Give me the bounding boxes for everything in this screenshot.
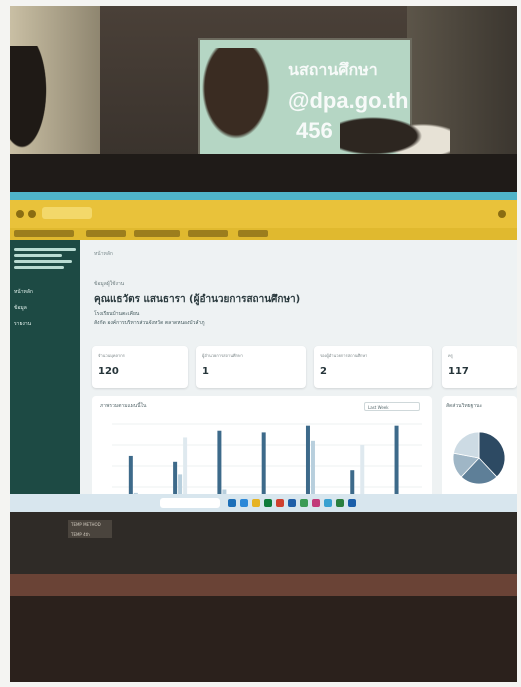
back-icon[interactable] bbox=[16, 210, 24, 218]
person-silhouette bbox=[10, 46, 50, 156]
stat-label: ผู้อำนวยการสถานศึกษา bbox=[202, 353, 243, 358]
bookmarks-bar bbox=[10, 228, 517, 240]
monitor-sticker: TEMP METHOD TEMP 4th bbox=[68, 520, 112, 538]
main-content: หน้าหลัก ข้อมูลผู้ใช้งาน คุณแธวัตร แสนธา… bbox=[80, 240, 517, 512]
desk-edge bbox=[10, 574, 517, 596]
window-titlebar bbox=[10, 192, 517, 200]
sidebar-item-home[interactable]: หน้าหลัก bbox=[14, 288, 33, 296]
sidebar: หน้าหลัก ข้อมูล รายงาน bbox=[10, 240, 80, 512]
app-icon[interactable] bbox=[240, 499, 248, 507]
sidebar-logo-text bbox=[14, 248, 76, 251]
reload-icon[interactable] bbox=[28, 210, 36, 218]
stat-value: 117 bbox=[448, 366, 469, 377]
app-icon[interactable] bbox=[348, 499, 356, 507]
sidebar-logo-text bbox=[14, 254, 62, 257]
start-icon[interactable] bbox=[228, 499, 236, 507]
app-icon[interactable] bbox=[264, 499, 272, 507]
person-head bbox=[196, 48, 276, 148]
stat-label: ครู bbox=[448, 353, 453, 358]
people-silhouettes bbox=[340, 106, 450, 156]
stat-card: รองผู้อำนวยการสถานศึกษา 2 bbox=[314, 346, 432, 388]
sidebar-item-data[interactable]: ข้อมูล bbox=[14, 304, 27, 312]
app-icon[interactable] bbox=[300, 499, 308, 507]
pie-slice bbox=[452, 431, 480, 459]
sidebar-logo-text bbox=[14, 266, 64, 269]
stat-label: จำนวนบุคลากร bbox=[98, 353, 125, 358]
app-icon[interactable] bbox=[336, 499, 344, 507]
stat-card: ครู 117 bbox=[442, 346, 517, 388]
address-bar[interactable] bbox=[42, 207, 92, 219]
folder-icon[interactable] bbox=[252, 499, 260, 507]
stat-value: 120 bbox=[98, 366, 119, 377]
user-name: คุณแธวัตร แสนธารา (ผู้อำนวยการสถานศึกษา) bbox=[94, 294, 301, 305]
bookmark-item[interactable] bbox=[14, 230, 74, 237]
stat-card: จำนวนบุคลากร 120 bbox=[92, 346, 188, 388]
monitor-screen: หน้าหลัก ข้อมูล รายงาน หน้าหลัก ข้อมูลผู… bbox=[10, 192, 517, 512]
photo-frame: นสถานศึกษา @dpa.go.th 456 หน้าหลัก ข้อมู… bbox=[10, 6, 517, 682]
school-name: โรงเรียนบ้านตะเคียน bbox=[94, 311, 140, 317]
projector-text: 456 bbox=[296, 118, 333, 143]
browser-toolbar bbox=[10, 200, 517, 228]
bookmark-item[interactable] bbox=[134, 230, 180, 237]
breadcrumb[interactable]: หน้าหลัก bbox=[94, 250, 113, 258]
menu-icon[interactable] bbox=[498, 210, 506, 218]
edge-icon[interactable] bbox=[288, 499, 296, 507]
bookmark-item[interactable] bbox=[86, 230, 126, 237]
section-label: ข้อมูลผู้ใช้งาน bbox=[94, 281, 125, 287]
app-icon[interactable] bbox=[312, 499, 320, 507]
school-affiliation: สังกัด องค์การบริหารส่วนจังหวัด ตลาดหนอง… bbox=[94, 320, 205, 326]
projector-text: นสถานศึกษา bbox=[288, 62, 378, 79]
sidebar-logo-text bbox=[14, 260, 72, 263]
stat-value: 1 bbox=[202, 366, 209, 377]
room-background: นสถานศึกษา @dpa.go.th 456 bbox=[10, 6, 517, 160]
taskbar-search[interactable] bbox=[160, 498, 220, 508]
taskbar bbox=[10, 494, 517, 512]
stat-label: รองผู้อำนวยการสถานศึกษา bbox=[320, 353, 368, 358]
app-icon[interactable] bbox=[324, 499, 332, 507]
monitor-bezel bbox=[10, 154, 517, 192]
bookmark-item[interactable] bbox=[238, 230, 268, 237]
desk-underside bbox=[10, 596, 517, 682]
bookmark-item[interactable] bbox=[188, 230, 228, 237]
sticker-text: TEMP METHOD bbox=[71, 522, 101, 527]
stat-card: ผู้อำนวยการสถานศึกษา 1 bbox=[196, 346, 306, 388]
stat-value: 2 bbox=[320, 366, 327, 377]
sticker-text: TEMP 4th bbox=[71, 532, 90, 537]
app-icon[interactable] bbox=[276, 499, 284, 507]
sidebar-item-report[interactable]: รายงาน bbox=[14, 320, 31, 328]
